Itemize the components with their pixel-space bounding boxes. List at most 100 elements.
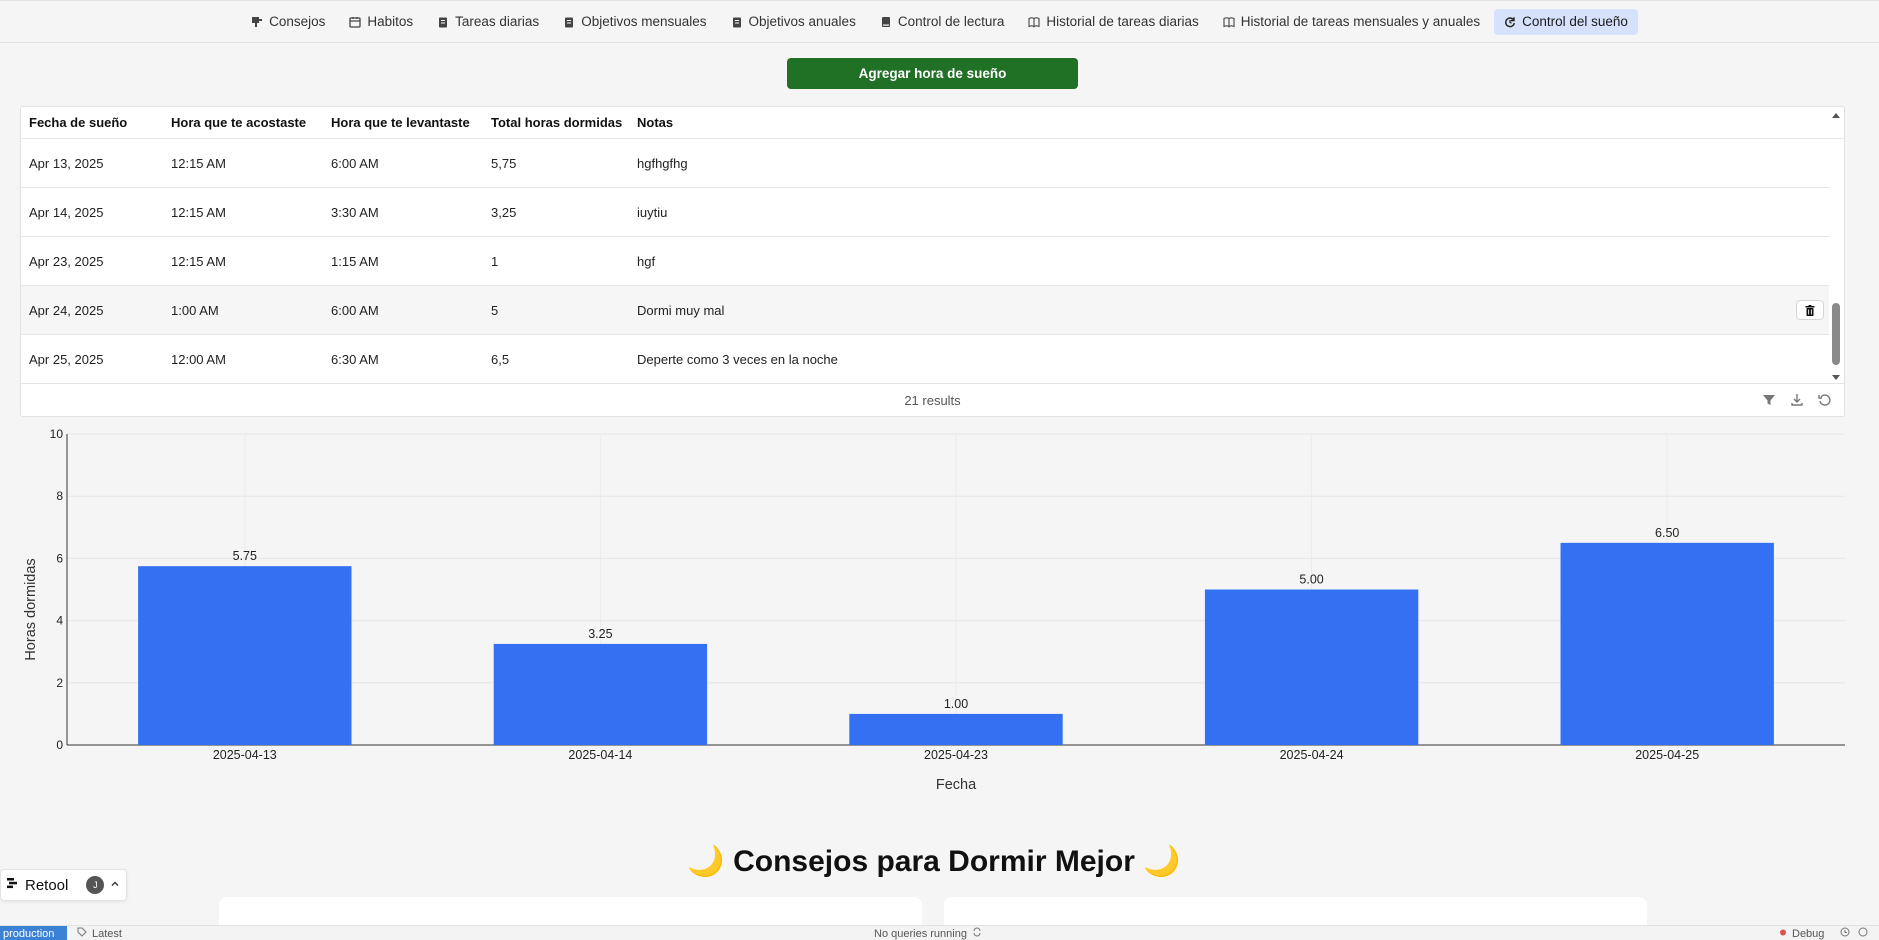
tag-icon: [77, 927, 87, 940]
tab-8[interactable]: Historial de tareas mensuales y anuales: [1213, 9, 1490, 35]
retool-badge[interactable]: Retool J: [0, 869, 127, 901]
bar-value-label: 3.25: [588, 627, 612, 641]
x-tick-label: 2025-04-13: [213, 748, 277, 762]
bar: [138, 566, 352, 745]
tab-label: Historial de tareas mensuales y anuales: [1240, 14, 1481, 29]
history-icon[interactable]: [1840, 927, 1850, 940]
x-tick-label: 2025-04-25: [1635, 748, 1699, 762]
top-nav: Consejos Habitos Tareas diarias Objetivos m…: [0, 0, 1879, 43]
bar: [1204, 589, 1419, 745]
tab-2[interactable]: Habitos: [339, 9, 423, 35]
table-scrollbar[interactable]: [1830, 107, 1842, 384]
cell-notes: Deperte como 3 veces en la noche: [637, 351, 838, 367]
cell-wakeup: 3:30 AM: [331, 204, 379, 220]
cell-total-hours: 5,75: [491, 155, 517, 171]
lightbulb-icon: [251, 16, 263, 28]
open-book-icon: [1028, 16, 1040, 28]
tab-label: Objetivos anuales: [748, 14, 856, 29]
scroll-up-arrow[interactable]: [1832, 113, 1840, 118]
bar-value-label: 6.50: [1655, 526, 1679, 540]
book-icon: [880, 16, 892, 28]
tab-6[interactable]: Control de lectura: [870, 9, 1015, 35]
clipboard-icon: [437, 16, 449, 28]
cell-bedtime: 1:00 AM: [171, 302, 219, 318]
scroll-thumb[interactable]: [1832, 303, 1840, 365]
filter-icon[interactable]: [1762, 393, 1776, 407]
tab-label: Consejos: [269, 14, 326, 29]
cell-bedtime: 12:15 AM: [171, 155, 226, 171]
table-row[interactable]: Apr 23, 2025 12:15 AM 1:15 AM 1 hgf: [21, 237, 1829, 286]
version-selector[interactable]: Latest: [77, 927, 122, 940]
cell-total-hours: 6,5: [491, 351, 510, 367]
cell-bedtime: 12:15 AM: [171, 253, 226, 269]
debug-button[interactable]: Debug: [1778, 927, 1824, 940]
avatar[interactable]: J: [86, 876, 105, 894]
table-row[interactable]: Apr 25, 2025 12:00 AM 6:30 AM 6,5 Deperte co…: [21, 335, 1829, 384]
environment-badge[interactable]: production: [0, 926, 67, 940]
version-label: Latest: [92, 927, 122, 940]
cell-bedtime: 12:15 AM: [171, 204, 226, 220]
column-header-total-hours[interactable]: Total horas dormidas: [483, 115, 629, 130]
sync-icon: [972, 927, 982, 940]
cell-notes: hgfhgfhg: [637, 155, 688, 171]
tips-title: 🌙 Consejos para Dormir Mejor 🌙: [687, 845, 1181, 878]
cell-date: Apr 25, 2025: [29, 351, 104, 367]
tab-label: Control de lectura: [897, 14, 1005, 29]
column-header-date[interactable]: Fecha de sueño: [21, 115, 163, 130]
sleep-table: Fecha de sueño Hora que te acostaste Hor…: [20, 106, 1845, 417]
cell-wakeup: 6:00 AM: [331, 302, 379, 318]
x-tick-label: 2025-04-14: [568, 748, 632, 762]
delete-row-button[interactable]: [1796, 300, 1824, 320]
y-tick-label: 2: [56, 676, 63, 690]
settings-icon[interactable]: [1858, 927, 1868, 940]
y-tick-label: 8: [56, 489, 63, 503]
tab-5[interactable]: Objetivos anuales: [721, 9, 866, 35]
y-axis-title: Horas dormidas: [23, 558, 39, 660]
column-header-notes[interactable]: Notas: [629, 115, 1844, 130]
tab-label: Objetivos mensuales: [581, 14, 707, 29]
tab-4[interactable]: Objetivos mensuales: [553, 9, 716, 35]
x-tick-label: 2025-04-23: [924, 748, 988, 762]
x-tick-label: 2025-04-24: [1280, 748, 1344, 762]
cell-wakeup: 6:30 AM: [331, 351, 379, 367]
tab-9[interactable]: Control del sueño: [1494, 8, 1638, 35]
cell-date: Apr 13, 2025: [29, 155, 104, 171]
add-sleep-button[interactable]: Agregar hora de sueño: [787, 58, 1078, 89]
cell-total-hours: 5: [491, 302, 499, 318]
cell-date: Apr 24, 2025: [29, 302, 104, 318]
refresh-clock-icon: [1504, 16, 1516, 28]
download-icon[interactable]: [1790, 393, 1804, 407]
queries-status: No queries running: [874, 927, 982, 940]
cell-total-hours: 1: [491, 253, 499, 269]
table-footer: 21 results: [21, 383, 1844, 416]
sleep-chart: 0 2 4 6 8 10 5.75 2025-04-13 3.25 2025-04-14 1.00 2…: [0, 420, 1879, 805]
bar-value-label: 1.00: [944, 697, 968, 711]
column-header-bedtime[interactable]: Hora que te acostaste: [163, 115, 323, 130]
bug-icon: [1778, 927, 1788, 940]
table-row[interactable]: Apr 14, 2025 12:15 AM 3:30 AM 3,25 iuytiu: [21, 188, 1829, 237]
status-bar: production Latest No queries running Deb…: [0, 925, 1879, 940]
retool-logo-icon: [7, 876, 19, 894]
chevron-up-icon[interactable]: [110, 876, 120, 894]
cell-wakeup: 1:15 AM: [331, 253, 379, 269]
tip-card: [944, 897, 1647, 927]
tab-3[interactable]: Tareas diarias: [427, 9, 549, 35]
tip-card: [219, 897, 922, 927]
tab-1[interactable]: Consejos: [241, 9, 335, 35]
cell-notes: Dormi muy mal: [637, 302, 725, 318]
column-header-wakeup[interactable]: Hora que te levantaste: [323, 115, 483, 130]
cell-notes: iuytiu: [637, 204, 668, 220]
table-header: Fecha de sueño Hora que te acostaste Hor…: [21, 107, 1844, 139]
cell-total-hours: 3,25: [491, 204, 517, 220]
clipboard-icon: [563, 16, 575, 28]
table-row[interactable]: Apr 24, 2025 1:00 AM 6:00 AM 5 Dormi muy mal: [21, 286, 1829, 335]
scroll-down-arrow[interactable]: [1832, 375, 1840, 380]
refresh-icon[interactable]: [1818, 393, 1832, 407]
cell-bedtime: 12:00 AM: [171, 351, 226, 367]
open-book-icon: [1223, 16, 1235, 28]
tab-7[interactable]: Historial de tareas diarias: [1018, 9, 1208, 35]
cell-date: Apr 14, 2025: [29, 204, 104, 220]
trash-icon: [1805, 304, 1815, 316]
table-row[interactable]: Apr 13, 2025 12:15 AM 6:00 AM 5,75 hgfhgfhg: [21, 139, 1829, 188]
tab-label: Control del sueño: [1522, 14, 1628, 29]
